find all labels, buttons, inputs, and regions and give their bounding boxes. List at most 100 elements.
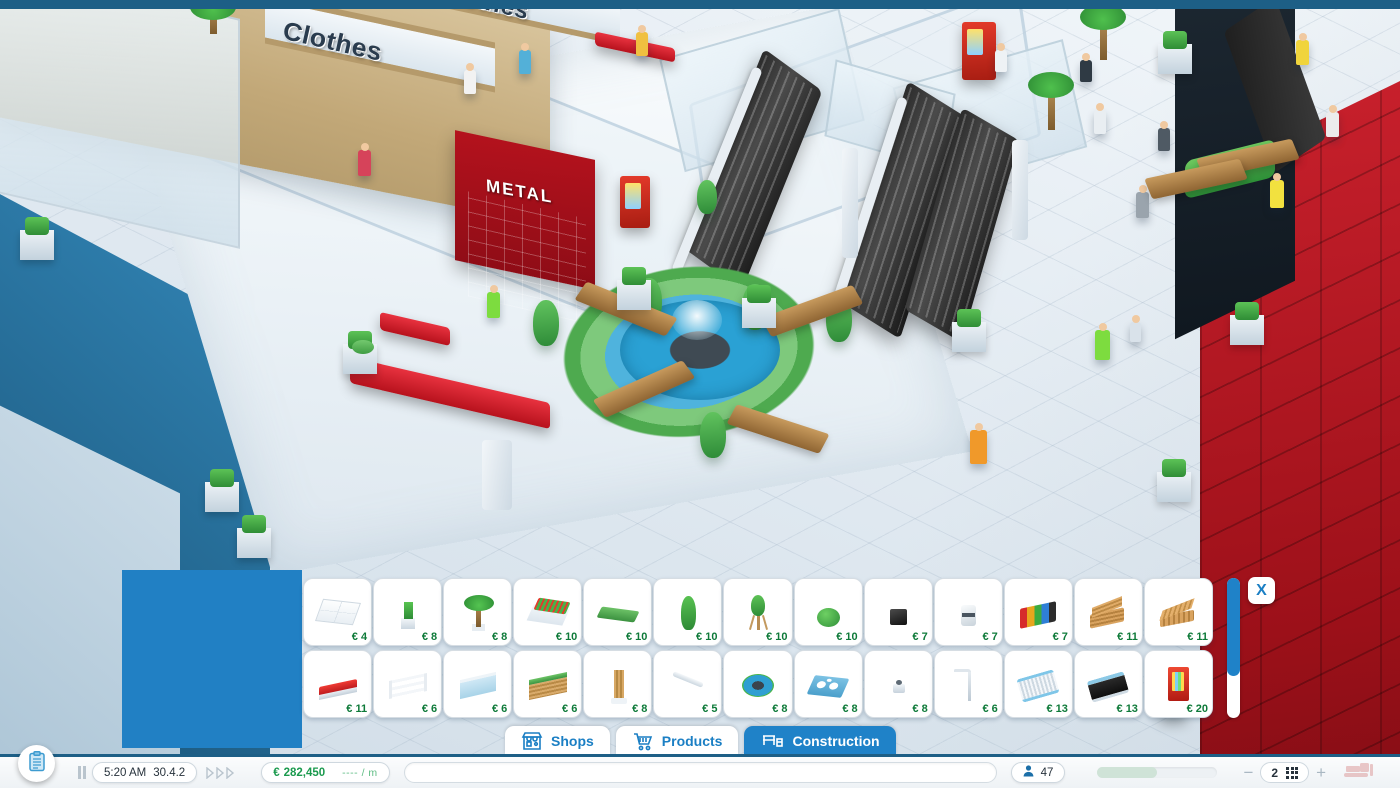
wooden-bench-icon (1156, 591, 1200, 633)
status-bar: 5:20 AM 30.4.2 € 282,450 ---- / m 47 − 2… (0, 754, 1400, 788)
grid-icon (1286, 766, 1299, 779)
build-item-lamp-post[interactable]: € 6 (933, 650, 1003, 718)
round-bush-icon (806, 591, 850, 633)
build-item-wooden-bench[interactable]: € 11 (1143, 578, 1214, 646)
shopping-cart-icon (632, 731, 654, 751)
palm-tree-icon (456, 591, 500, 633)
build-item-palm-tree[interactable]: € 8 (443, 578, 513, 646)
visitor-count-pill[interactable]: 47 (1010, 762, 1066, 783)
fountain-icon (736, 663, 780, 705)
build-item-large-fountain[interactable]: € 8 (723, 650, 793, 718)
build-item-floor-tile[interactable]: € 4 (303, 578, 373, 646)
item-price: € 6 (562, 703, 578, 715)
tab-construction[interactable]: Construction (744, 726, 896, 755)
build-item-sapling-tree[interactable]: € 10 (723, 578, 793, 646)
palette-scrollbar-thumb[interactable] (1227, 578, 1240, 676)
item-price: € 10 (555, 631, 578, 643)
build-item-flower-bed[interactable]: € 10 (513, 578, 583, 646)
build-item-recycling-bins[interactable]: € 7 (1003, 578, 1073, 646)
item-price: € 7 (982, 631, 998, 643)
build-item-tall-bush[interactable]: € 10 (653, 578, 723, 646)
zoom-slider[interactable] (1097, 767, 1218, 778)
build-item-grass-strip[interactable]: € 10 (583, 578, 653, 646)
close-panel-button[interactable]: X (1248, 577, 1275, 604)
floor-level-pill[interactable]: 2 (1260, 762, 1310, 783)
red-bench-icon (316, 663, 360, 705)
build-item-hand-rail[interactable]: € 5 (653, 650, 723, 718)
visitor-count: 47 (1040, 766, 1054, 779)
floor-stepper: − 2 + (1243, 762, 1326, 783)
fast-forward-icon[interactable] (205, 766, 239, 779)
glass-railing-icon (456, 663, 500, 705)
message-bar[interactable] (403, 762, 997, 783)
income-rate: ---- / m (342, 766, 378, 779)
item-price: € 6 (982, 703, 998, 715)
floor-increase-button[interactable]: + (1316, 764, 1326, 781)
vending-machine-icon (1156, 663, 1200, 705)
potted-plant-icon (386, 591, 430, 633)
tab-label: Products (661, 732, 723, 749)
palette-row-1: € 4 € 8 € 8 € 10 € 10 € 10 € 10 € 10 € 7… (303, 578, 1214, 646)
item-price: € 13 (1116, 703, 1138, 715)
floor-decrease-button[interactable]: − (1243, 764, 1253, 781)
money-amount: 282,450 (283, 766, 326, 779)
planter-wall-icon (526, 663, 570, 705)
item-price: € 8 (632, 703, 648, 715)
tab-shops[interactable]: Shops (505, 726, 610, 755)
fence-icon (386, 663, 430, 705)
item-price: € 10 (625, 631, 648, 643)
game-time: 5:20 AM (104, 766, 147, 779)
recycling-bins-icon (1016, 591, 1060, 633)
tab-products[interactable]: Products (615, 726, 739, 755)
item-price: € 8 (842, 703, 858, 715)
item-price: € 10 (696, 631, 718, 643)
item-price: € 10 (766, 631, 788, 643)
build-item-staircase[interactable]: € 13 (1003, 650, 1073, 718)
item-price: € 11 (1187, 631, 1209, 643)
item-price: € 8 (491, 631, 508, 643)
storefront-icon (521, 731, 543, 751)
item-price: € 4 (351, 631, 368, 643)
tab-label: Shops (551, 732, 594, 749)
build-item-white-fence[interactable]: € 6 (373, 650, 443, 718)
ui-overlay: € 4 € 8 € 8 € 10 € 10 € 10 € 10 € 10 € 7… (0, 0, 1400, 788)
build-item-white-trash-bin[interactable]: € 7 (933, 578, 1003, 646)
build-menu-tabs: Shops Products Construction (505, 726, 896, 755)
game-window: Clothes Clothes METAL € 4 € 8 € 8 € 10 €… (0, 0, 1400, 788)
money-pill[interactable]: € 282,450 ---- / m (261, 762, 390, 783)
item-price: € 7 (1052, 631, 1068, 643)
small-fountain-icon (876, 663, 920, 705)
pause-icon[interactable] (78, 766, 86, 779)
item-price: € 5 (702, 703, 718, 715)
park-bench-icon (1086, 591, 1130, 633)
selection-preview-panel (122, 570, 302, 748)
build-item-small-fountain[interactable]: € 8 (863, 650, 933, 718)
build-item-round-bush[interactable]: € 10 (793, 578, 863, 646)
build-item-vending-machine[interactable]: € 20 (1143, 650, 1214, 718)
lamp-post-icon (946, 663, 990, 705)
build-item-wooden-column[interactable]: € 8 (583, 650, 653, 718)
build-item-red-bench[interactable]: € 11 (303, 650, 373, 718)
palette-scrollbar[interactable] (1227, 578, 1240, 718)
item-price: € 8 (912, 703, 928, 715)
zoom-slider-fill (1097, 767, 1158, 778)
clock-pill[interactable]: 5:20 AM 30.4.2 (92, 762, 198, 783)
build-item-escalator[interactable]: € 13 (1073, 650, 1143, 718)
build-item-potted-plant[interactable]: € 8 (373, 578, 443, 646)
build-item-reflecting-pool[interactable]: € 8 (793, 650, 863, 718)
build-item-palette[interactable]: € 4 € 8 € 8 € 10 € 10 € 10 € 10 € 10 € 7… (303, 578, 1214, 720)
build-item-planter-wall[interactable]: € 6 (513, 650, 583, 718)
palette-row-2: € 11 € 6 € 6 € 6 € 8 € 5 € 8 € 8 € 8 € 6… (303, 650, 1214, 718)
escalator-icon (1086, 663, 1130, 705)
pool-icon (806, 663, 850, 705)
staircase-icon (1016, 663, 1060, 705)
build-item-black-trash-bin[interactable]: € 7 (863, 578, 933, 646)
black-bin-icon (876, 591, 920, 633)
item-price: € 11 (1117, 631, 1138, 643)
bulldozer-icon[interactable] (1342, 760, 1376, 785)
item-price: € 8 (421, 631, 438, 643)
build-item-park-bench[interactable]: € 11 (1073, 578, 1143, 646)
item-price: € 7 (912, 631, 928, 643)
build-item-glass-railing[interactable]: € 6 (443, 650, 513, 718)
reports-clipboard-button[interactable] (18, 745, 55, 782)
